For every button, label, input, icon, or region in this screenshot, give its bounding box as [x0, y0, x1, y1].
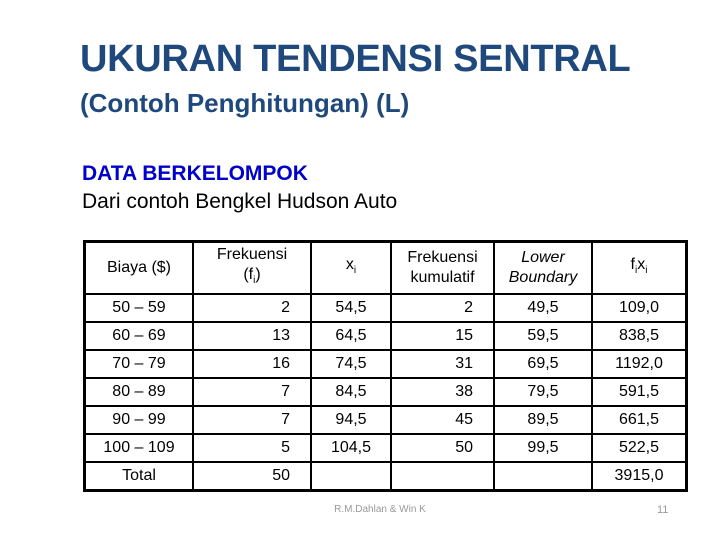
- cell-kumulatif: 2: [390, 293, 495, 323]
- cell-xi: 84,5: [310, 377, 392, 407]
- header-frekuensi-kumulatif: Frekuensi kumulatif: [390, 240, 495, 295]
- cell-xi: 64,5: [310, 321, 392, 351]
- cell-lower-boundary: 59,5: [493, 321, 593, 351]
- cell-fixi: 109,0: [591, 293, 688, 323]
- cell-lower-boundary: [493, 461, 593, 492]
- cell-xi: 54,5: [310, 293, 392, 323]
- table-row: 100 – 109 5 104,5 50 99,5 522,5: [83, 433, 688, 463]
- header-xi: xi: [310, 240, 392, 295]
- footer-author: R.M.Dahlan & Win K: [334, 504, 426, 515]
- cell-frekuensi: 7: [192, 405, 312, 435]
- page-number: 11: [657, 504, 669, 516]
- slide-title: UKURAN TENDENSI SENTRAL: [80, 38, 631, 80]
- cell-lower-boundary: 99,5: [493, 433, 593, 463]
- cell-biaya: 70 – 79: [83, 349, 194, 379]
- cell-kumulatif: [390, 461, 495, 492]
- cell-lower-boundary: 49,5: [493, 293, 593, 323]
- frequency-table: Biaya ($) Frekuensi (fi) xi Frekuensi kum…: [83, 240, 688, 492]
- header-lower-boundary: Lower Boundary: [493, 240, 593, 295]
- cell-kumulatif: 45: [390, 405, 495, 435]
- header-fixi: fixi: [591, 240, 688, 295]
- cell-biaya: 90 – 99: [83, 405, 194, 435]
- section-subheading: Dari contoh Bengkel Hudson Auto: [82, 190, 398, 213]
- section-heading: DATA BERKELOMPOK: [82, 162, 308, 185]
- cell-frekuensi: 7: [192, 377, 312, 407]
- cell-lower-boundary: 69,5: [493, 349, 593, 379]
- cell-frekuensi: 13: [192, 321, 312, 351]
- cell-frekuensi: 16: [192, 349, 312, 379]
- header-biaya: Biaya ($): [83, 240, 194, 295]
- table-row: 70 – 79 16 74,5 31 69,5 1192,0: [83, 349, 688, 379]
- cell-xi: [310, 461, 392, 492]
- cell-xi: 104,5: [310, 433, 392, 463]
- cell-kumulatif: 50: [390, 433, 495, 463]
- table-row: 50 – 59 2 54,5 2 49,5 109,0: [83, 293, 688, 323]
- cell-xi: 74,5: [310, 349, 392, 379]
- cell-biaya: 80 – 89: [83, 377, 194, 407]
- table-row: 90 – 99 7 94,5 45 89,5 661,5: [83, 405, 688, 435]
- cell-fixi: 661,5: [591, 405, 688, 435]
- cell-frekuensi: 50: [192, 461, 312, 492]
- table-total-row: Total 50 3915,0: [83, 461, 688, 492]
- cell-kumulatif: 38: [390, 377, 495, 407]
- table-header-row: Biaya ($) Frekuensi (fi) xi Frekuensi kum…: [83, 240, 688, 295]
- cell-frekuensi: 2: [192, 293, 312, 323]
- table-row: 60 – 69 13 64,5 15 59,5 838,5: [83, 321, 688, 351]
- cell-biaya: Total: [83, 461, 194, 492]
- slide-subtitle: (Contoh Penghitungan) (L): [80, 88, 410, 118]
- cell-kumulatif: 31: [390, 349, 495, 379]
- cell-fixi: 3915,0: [591, 461, 688, 492]
- table-row: 80 – 89 7 84,5 38 79,5 591,5: [83, 377, 688, 407]
- header-frekuensi: Frekuensi (fi): [192, 240, 312, 295]
- cell-fixi: 1192,0: [591, 349, 688, 379]
- cell-biaya: 50 – 59: [83, 293, 194, 323]
- cell-biaya: 100 – 109: [83, 433, 194, 463]
- cell-kumulatif: 15: [390, 321, 495, 351]
- cell-frekuensi: 5: [192, 433, 312, 463]
- cell-fixi: 591,5: [591, 377, 688, 407]
- cell-fixi: 838,5: [591, 321, 688, 351]
- cell-biaya: 60 – 69: [83, 321, 194, 351]
- cell-lower-boundary: 79,5: [493, 377, 593, 407]
- cell-xi: 94,5: [310, 405, 392, 435]
- cell-lower-boundary: 89,5: [493, 405, 593, 435]
- cell-fixi: 522,5: [591, 433, 688, 463]
